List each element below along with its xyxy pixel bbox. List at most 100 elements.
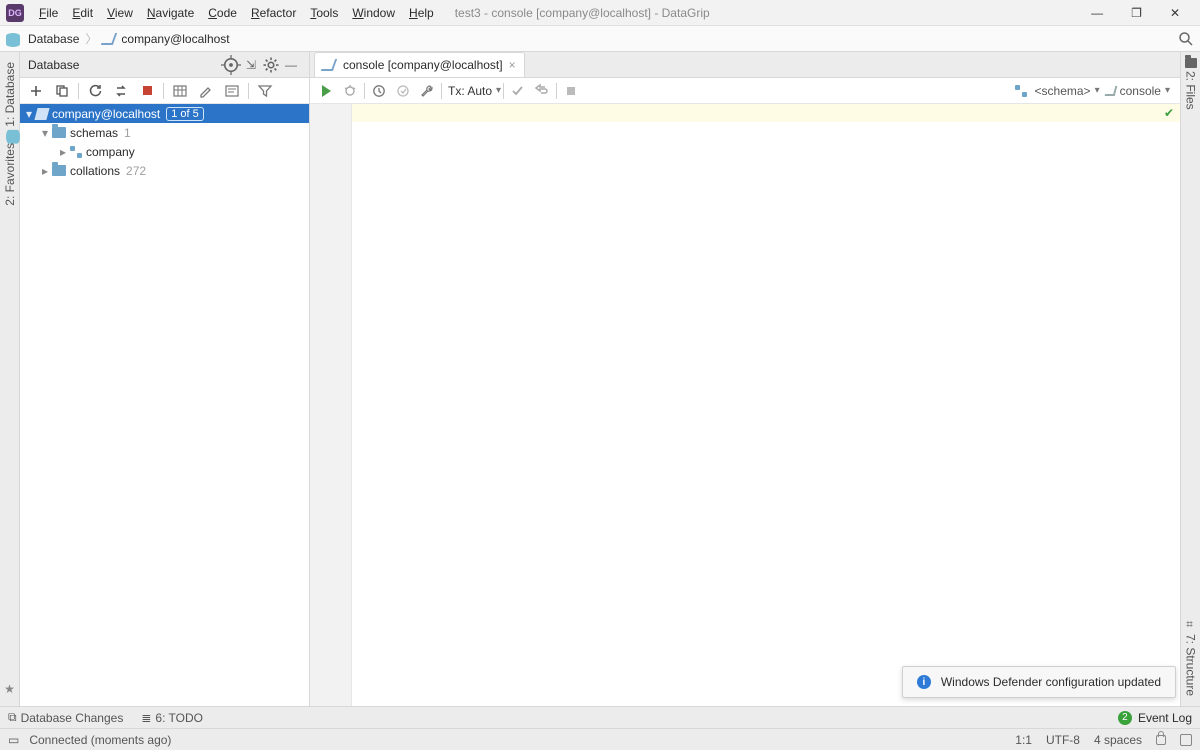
menu-code[interactable]: Code [201, 6, 244, 20]
folder-icon [1185, 58, 1197, 68]
schema-icon [1015, 85, 1027, 97]
left-rail-favorites-tab[interactable]: 2: Favorites [3, 143, 17, 206]
rollback-button[interactable] [530, 80, 554, 102]
close-tab-icon[interactable]: × [509, 58, 516, 72]
left-rail-database-tab[interactable]: 1: Database [1, 62, 19, 143]
cancel-query-button[interactable] [559, 80, 583, 102]
menu-help[interactable]: Help [402, 6, 441, 20]
inspections-face-icon[interactable] [1180, 734, 1192, 746]
tree-schemas-row[interactable]: ▾ schemas 1 [20, 123, 309, 142]
search-everywhere-button[interactable] [1178, 31, 1194, 47]
db-toolbar [20, 78, 309, 104]
indent-setting[interactable]: 4 spaces [1094, 733, 1142, 747]
db-panel-hide-icon[interactable]: — [281, 58, 301, 72]
caret-position[interactable]: 1:1 [1015, 733, 1032, 747]
bottom-todo-label: 6: TODO [155, 711, 203, 725]
tx-label: Tx: Auto [448, 84, 492, 98]
editor-toolbar: Tx: Auto ▾ <schema> ▾ console ▾ [310, 78, 1180, 104]
db-panel-split-icon[interactable]: ⇲ [241, 58, 261, 72]
schema-dropdown-label: <schema> [1035, 84, 1091, 98]
close-window-button[interactable]: ✕ [1170, 6, 1180, 20]
tx-mode-dropdown[interactable]: Tx: Auto ▾ [444, 84, 501, 98]
right-rail-files-tab[interactable]: 2: Files [1184, 58, 1198, 110]
right-rail-structure-tab[interactable]: ⌗ 7: Structure [1184, 619, 1198, 696]
add-datasource-button[interactable] [24, 80, 48, 102]
db-panel-header: Database ⇲ — [20, 52, 309, 78]
menu-file[interactable]: File [32, 6, 65, 20]
menu-navigate[interactable]: Navigate [140, 6, 201, 20]
bottom-todo[interactable]: ≣ 6: TODO [141, 711, 203, 725]
db-panel-title: Database [28, 58, 221, 72]
filter-button[interactable] [253, 80, 277, 102]
current-line-highlight [352, 104, 1180, 122]
menu-view[interactable]: View [100, 6, 140, 20]
structure-icon: ⌗ [1184, 619, 1198, 631]
editor-body[interactable]: ✔ [310, 104, 1180, 706]
maximize-button[interactable]: ❐ [1131, 6, 1142, 20]
sync-button[interactable] [109, 80, 133, 102]
menu-window[interactable]: Window [345, 6, 402, 20]
right-rail-structure-label: 7: Structure [1184, 634, 1198, 696]
debug-button[interactable] [338, 80, 362, 102]
chevron-down-icon: ▾ [496, 85, 501, 96]
tree-collations-count: 272 [126, 164, 146, 178]
database-tool-window: Database ⇲ — ▾ company [20, 52, 310, 706]
editor-tab-label: console [company@localhost] [343, 58, 503, 72]
db-tree[interactable]: ▾ company@localhost 1 of 5 ▾ schemas 1 ▸… [20, 104, 309, 706]
table-view-button[interactable] [168, 80, 192, 102]
chevron-right-icon[interactable]: ▸ [38, 164, 52, 178]
breadcrumb-separator: 〉 [85, 30, 97, 47]
notification-balloon[interactable]: i Windows Defender configuration updated [902, 666, 1176, 698]
db-panel-target-icon[interactable] [221, 55, 241, 75]
refresh-button[interactable] [83, 80, 107, 102]
stop-icon [143, 86, 152, 95]
left-rail-favorites-label: 2: Favorites [3, 143, 17, 206]
settings-wrench-button[interactable] [415, 80, 439, 102]
menu-tools[interactable]: Tools [303, 6, 345, 20]
edit-button[interactable] [194, 80, 218, 102]
view-ddl-button[interactable] [220, 80, 244, 102]
chevron-right-icon[interactable]: ▸ [56, 145, 70, 159]
commit-button[interactable] [506, 80, 530, 102]
folder-icon [52, 127, 66, 138]
console-dropdown[interactable]: console ▾ [1106, 84, 1170, 98]
editor-tab-console[interactable]: console [company@localhost] × [314, 52, 525, 77]
menu-refactor[interactable]: Refactor [244, 6, 303, 20]
statusbar-prefix-icon[interactable]: ▭ [8, 733, 19, 747]
history-button[interactable] [367, 80, 391, 102]
status-text: Connected (moments ago) [29, 733, 171, 747]
list-icon: ≣ [141, 711, 151, 725]
file-encoding[interactable]: UTF-8 [1046, 733, 1080, 747]
diff-icon: ⧉ [8, 710, 17, 725]
stop-button[interactable] [135, 80, 159, 102]
tree-datasource-row[interactable]: ▾ company@localhost 1 of 5 [20, 104, 309, 123]
schema-dropdown[interactable]: <schema> ▾ [1015, 84, 1100, 98]
code-area[interactable]: ✔ [352, 104, 1180, 706]
tree-collations-row[interactable]: ▸ collations 272 [20, 161, 309, 180]
bottom-database-changes[interactable]: ⧉ Database Changes [8, 710, 123, 725]
chevron-down-icon[interactable]: ▾ [38, 126, 52, 140]
breadcrumb-root[interactable]: Database [6, 32, 79, 46]
console-icon [1104, 86, 1117, 96]
bottom-event-log[interactable]: 2 Event Log [1118, 711, 1192, 725]
menu-edit[interactable]: Edit [65, 6, 100, 20]
breadcrumb-current[interactable]: company@localhost [103, 32, 229, 46]
star-icon: ★ [4, 682, 15, 696]
duplicate-button[interactable] [50, 80, 74, 102]
event-count-badge: 2 [1118, 711, 1132, 725]
minimize-button[interactable]: — [1091, 6, 1103, 20]
database-cylinder-icon [6, 33, 20, 45]
tree-schema-company-row[interactable]: ▸ company [20, 142, 309, 161]
chevron-down-icon: ▾ [1165, 85, 1170, 96]
run-button[interactable] [314, 80, 338, 102]
notification-text: Windows Defender configuration updated [941, 675, 1161, 689]
readonly-lock-icon[interactable] [1156, 735, 1166, 745]
db-panel-settings-icon[interactable] [261, 55, 281, 75]
left-rail-database-label: 1: Database [3, 62, 17, 127]
datasource-icon [34, 108, 49, 120]
breadcrumb-root-label: Database [28, 32, 79, 46]
inspection-ok-icon[interactable]: ✔ [1164, 106, 1174, 120]
chevron-down-icon: ▾ [1095, 85, 1100, 96]
explain-plan-button[interactable] [391, 80, 415, 102]
window-title: test3 - console [company@localhost] - Da… [455, 6, 710, 20]
